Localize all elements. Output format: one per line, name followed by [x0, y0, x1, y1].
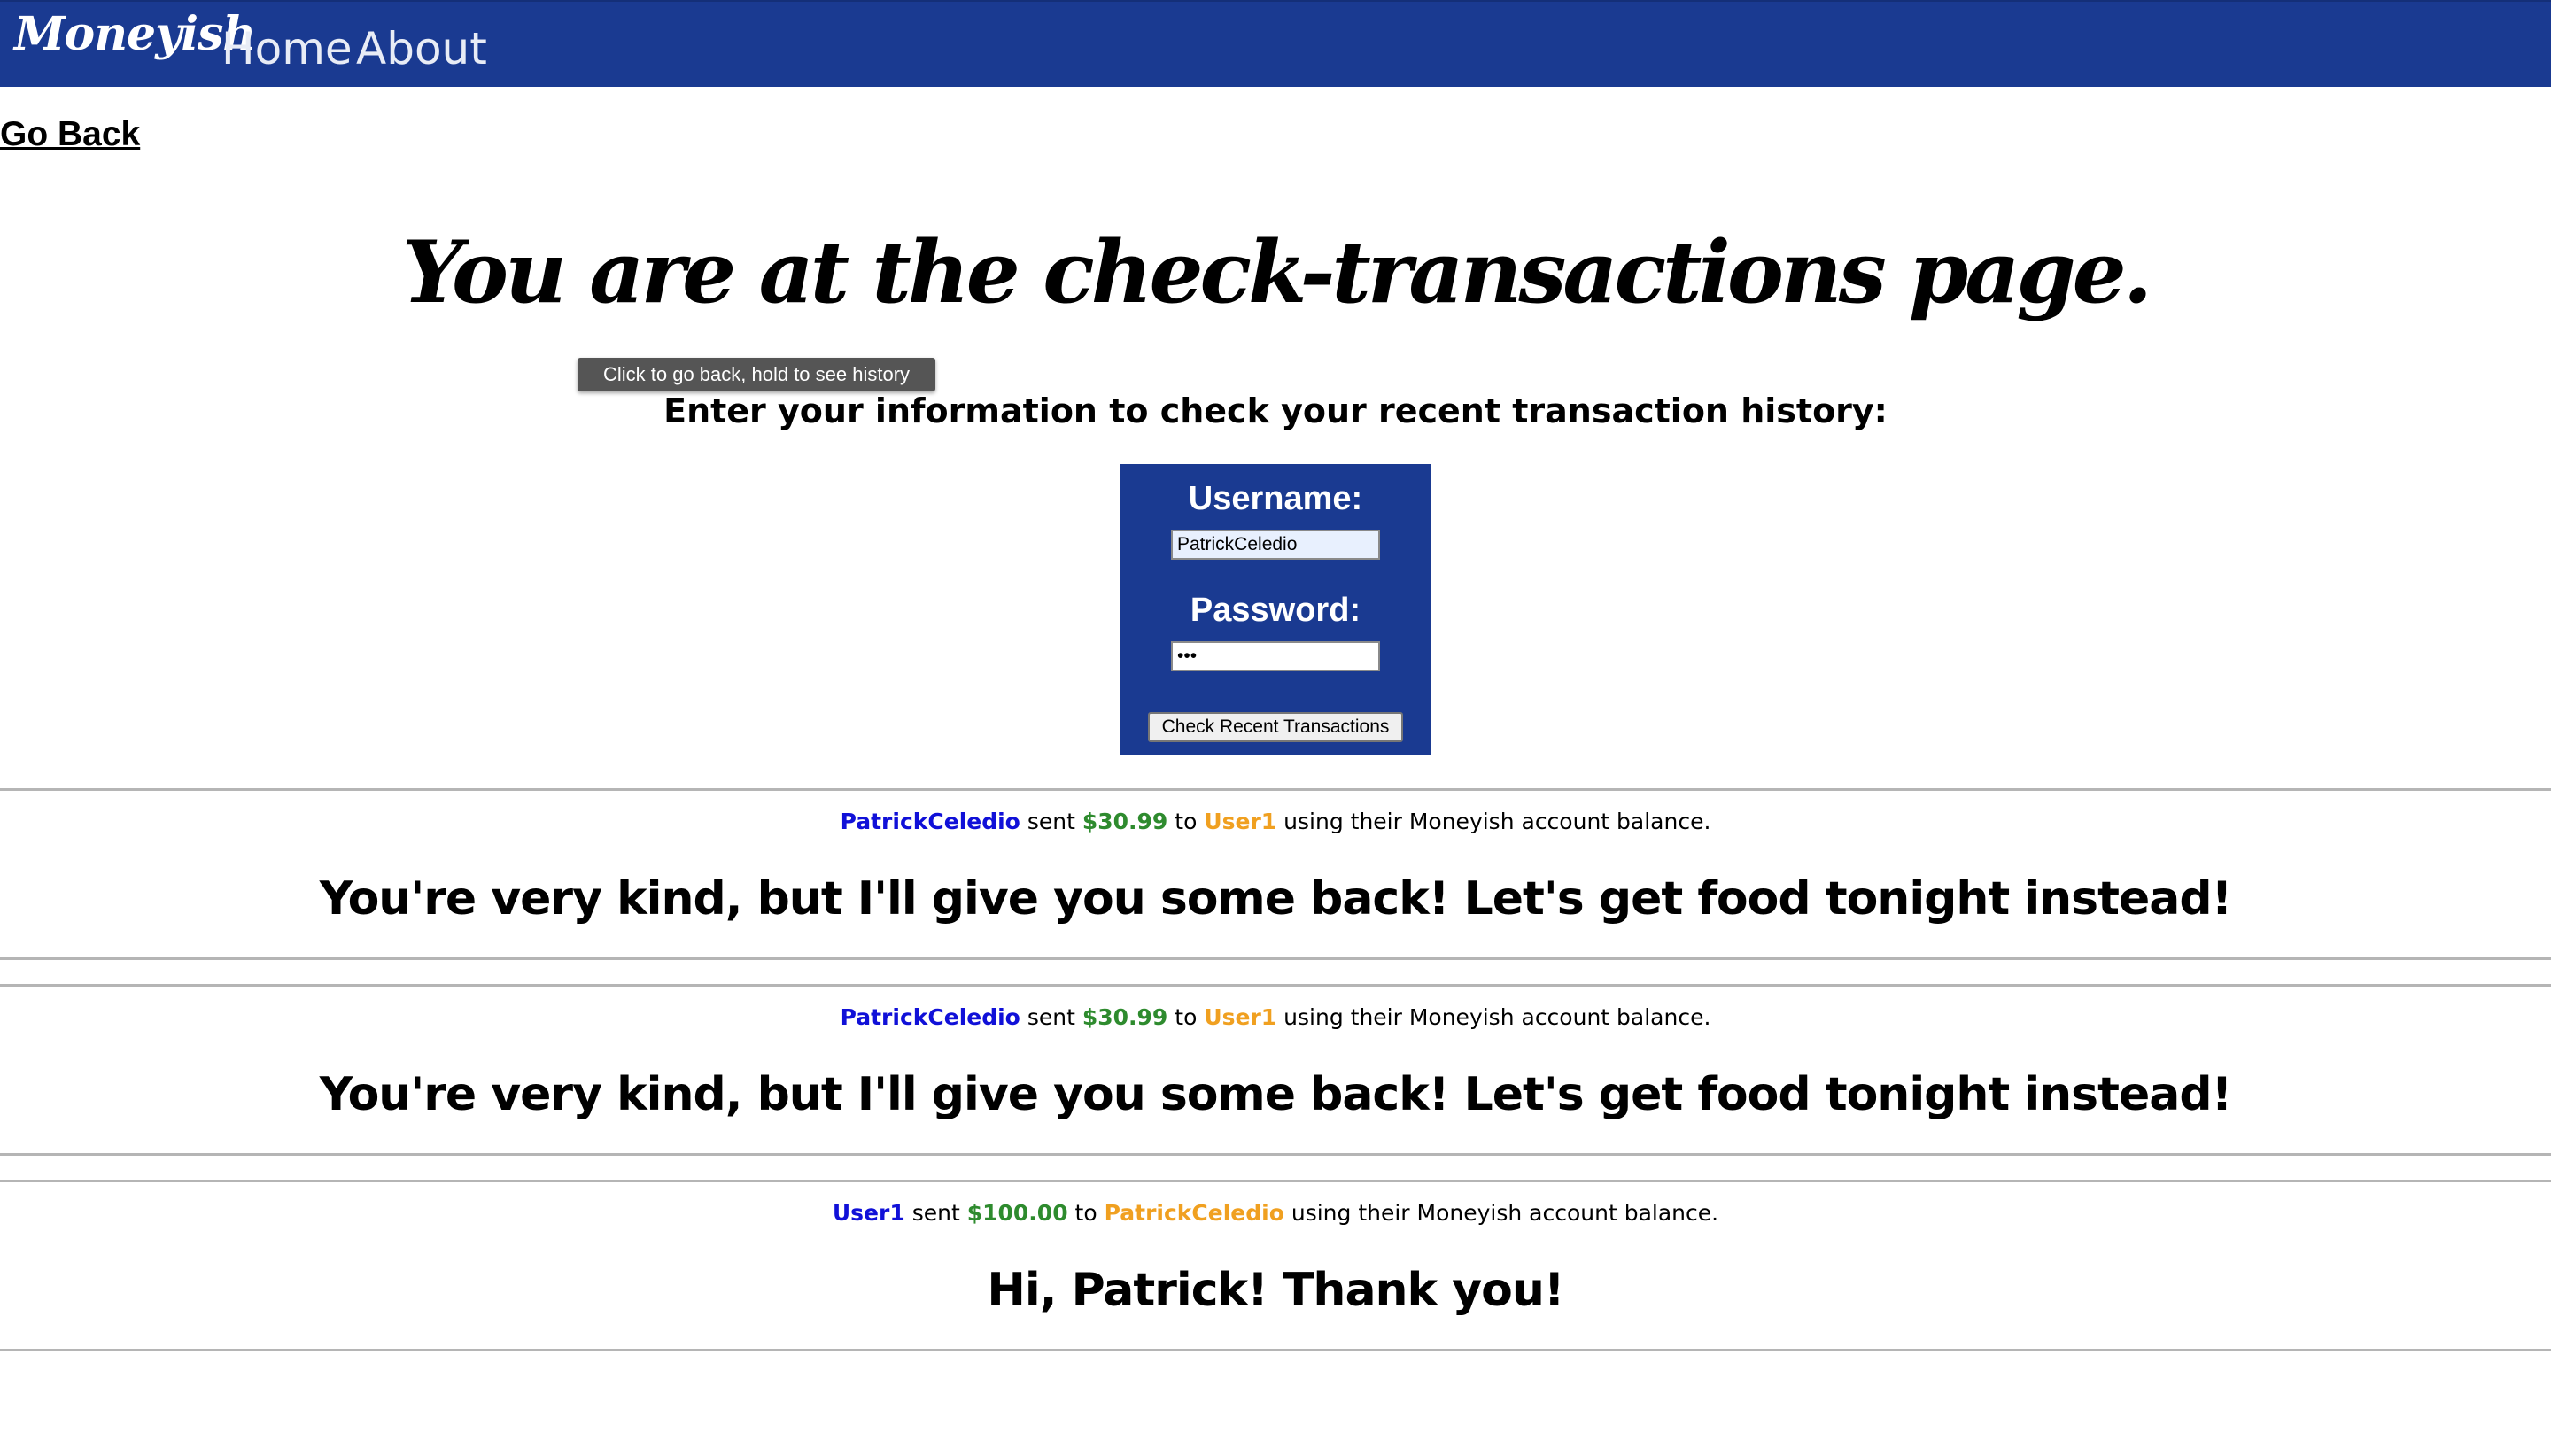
transaction-message: You're very kind, but I'll give you some… [319, 872, 2233, 925]
transaction-item: User1 sent $100.00 to PatrickCeledio usi… [0, 1180, 2551, 1351]
nav-link-about[interactable]: About [356, 23, 487, 74]
transaction-to: to [1175, 809, 1198, 834]
username-label: Username: [1188, 480, 1363, 517]
password-label: Password: [1190, 592, 1361, 629]
transaction-receiver: User1 [1204, 809, 1277, 834]
nav-link-home[interactable]: Home [221, 23, 353, 74]
transaction-sender: PatrickCeledio [840, 809, 1020, 834]
transaction-item: PatrickCeledio sent $30.99 to User1 usin… [0, 984, 2551, 1156]
transaction-lookup-form: Username: Password: Check Recent Transac… [1120, 464, 1431, 755]
top-navbar: Moneyish Home About [0, 0, 2551, 87]
check-transactions-button[interactable]: Check Recent Transactions [1148, 712, 1403, 742]
transaction-sender: PatrickCeledio [840, 1004, 1020, 1030]
instructions-heading: Enter your information to check your rec… [663, 391, 1888, 430]
transaction-amount: $30.99 [1082, 809, 1168, 834]
transaction-method: using their Moneyish account balance. [1291, 1200, 1719, 1226]
transaction-item: PatrickCeledio sent $30.99 to User1 usin… [0, 788, 2551, 960]
back-button-tooltip: Click to go back, hold to see history [578, 358, 935, 391]
transaction-receiver: PatrickCeledio [1104, 1200, 1284, 1226]
transaction-method: using their Moneyish account balance. [1283, 809, 1711, 834]
go-back-link[interactable]: Go Back [0, 115, 140, 154]
transaction-verb: sent [1027, 809, 1075, 834]
transaction-amount: $30.99 [1082, 1004, 1168, 1030]
transaction-amount: $100.00 [966, 1200, 1068, 1226]
transaction-receiver: User1 [1204, 1004, 1277, 1030]
transaction-message: You're very kind, but I'll give you some… [319, 1068, 2233, 1121]
transaction-verb: sent [1027, 1004, 1075, 1030]
transaction-sender: User1 [832, 1200, 905, 1226]
transaction-message: Hi, Patrick! Thank you! [987, 1264, 1564, 1317]
transaction-verb: sent [911, 1200, 960, 1226]
transaction-method: using their Moneyish account balance. [1283, 1004, 1711, 1030]
transaction-to: to [1074, 1200, 1097, 1226]
transaction-summary: PatrickCeledio sent $30.99 to User1 usin… [0, 1004, 2551, 1030]
brand-logo[interactable]: Moneyish [14, 7, 256, 61]
password-field[interactable] [1171, 641, 1380, 671]
page-title: You are at the check-transactions page. [401, 222, 2152, 322]
username-field[interactable] [1171, 530, 1380, 560]
transaction-to: to [1175, 1004, 1198, 1030]
transaction-summary: PatrickCeledio sent $30.99 to User1 usin… [0, 809, 2551, 834]
transaction-summary: User1 sent $100.00 to PatrickCeledio usi… [0, 1200, 2551, 1226]
